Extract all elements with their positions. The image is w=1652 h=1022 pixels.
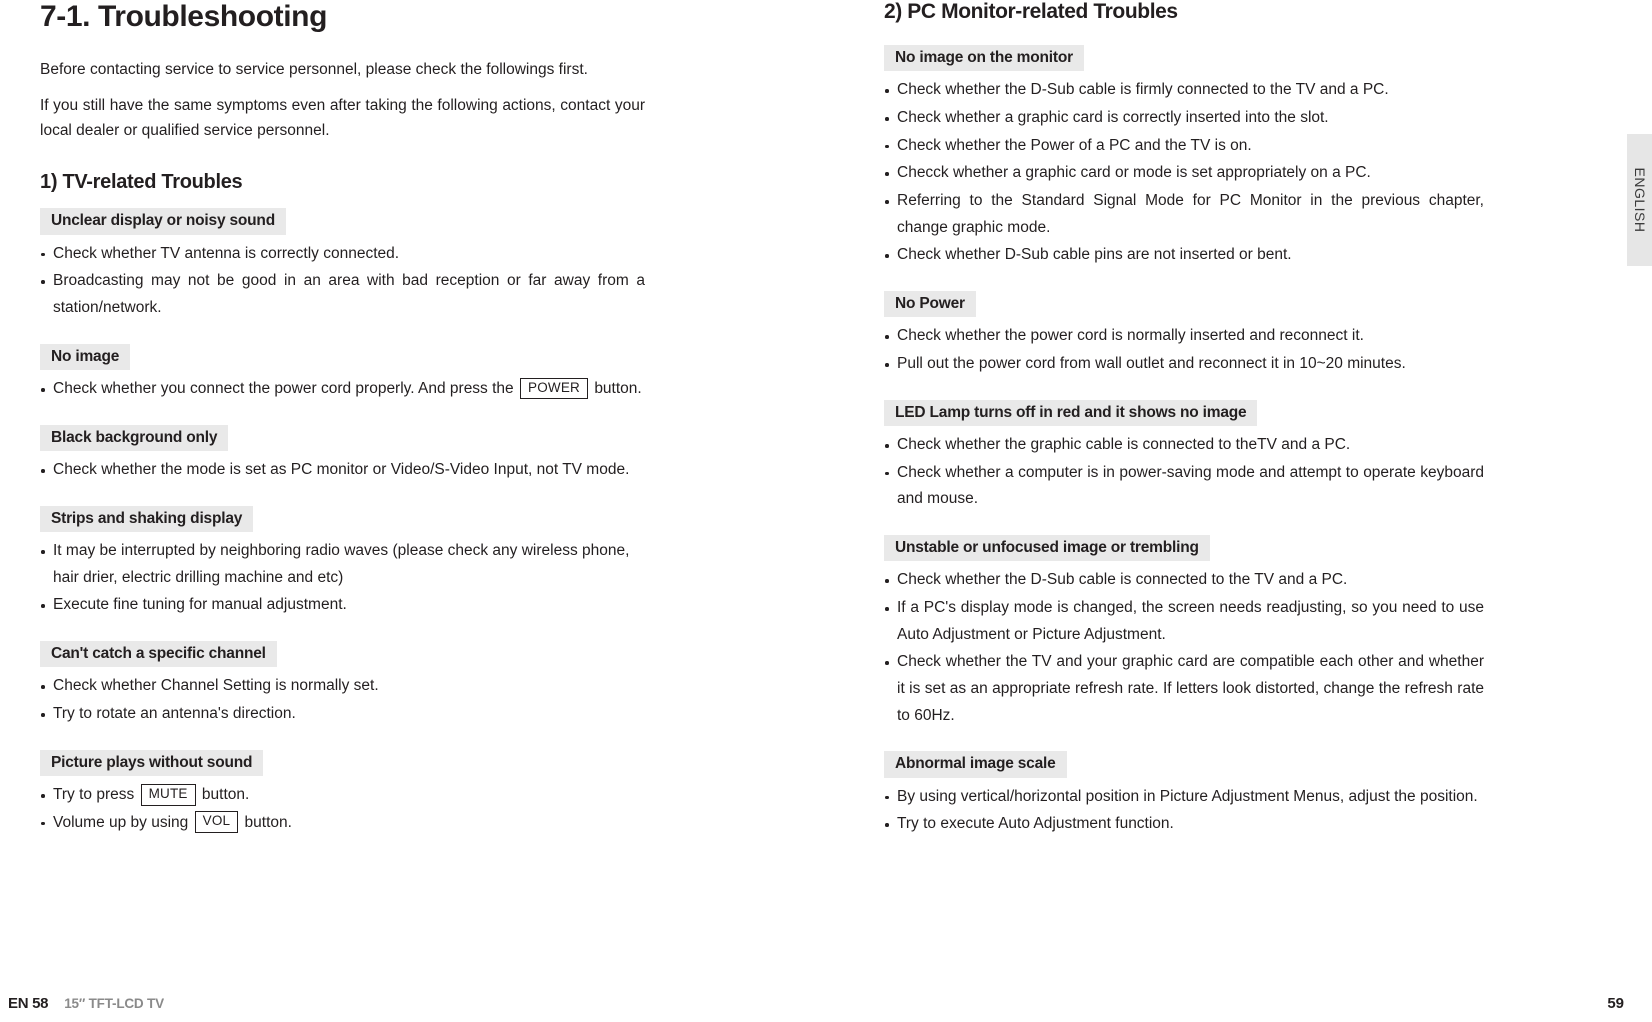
trouble-heading: No image [40, 343, 131, 371]
trouble-items: Check whether the mode is set as PC moni… [40, 457, 645, 484]
trouble-heading: Picture plays without sound [40, 749, 264, 777]
trouble-heading: No image on the monitor [884, 45, 1084, 72]
trouble-heading: Abnormal image scale [884, 751, 1067, 778]
footer-page-number-right: 59 [1607, 995, 1624, 1012]
list-item-text-before: Volume up by using [53, 813, 189, 831]
trouble-block: Strips and shaking display It may be int… [40, 505, 645, 619]
trouble-items: Check whether you connect the power cord… [40, 376, 645, 403]
list-item: Checck whether a graphic card or mode is… [884, 160, 1484, 187]
intro-line-1: Before contacting service to service per… [40, 61, 588, 78]
section-title-tv: 1) TV-related Troubles [40, 171, 243, 194]
list-item: Check whether the power cord is normally… [884, 323, 1484, 350]
list-item: Referring to the Standard Signal Mode fo… [884, 188, 1484, 241]
list-item: Try to execute Auto Adjustment function. [884, 811, 1484, 838]
list-item: Check whether a graphic card is correctl… [884, 105, 1484, 132]
trouble-block: Black background only Check whether the … [40, 424, 645, 484]
trouble-heading: Strips and shaking display [40, 505, 254, 533]
trouble-heading: Unstable or unfocused image or trembling [884, 535, 1210, 562]
trouble-items: Check whether TV antenna is correctly co… [40, 241, 645, 322]
trouble-heading: LED Lamp turns off in red and it shows n… [884, 399, 1258, 427]
footer-page-number-left: EN 58 [8, 995, 49, 1012]
list-item: Check whether Channel Setting is normall… [40, 673, 645, 700]
trouble-items: Check whether the power cord is normally… [884, 323, 1484, 377]
intro-paragraphs: Before contacting service to service per… [40, 57, 645, 143]
footer-model-name: 15″ TFT-LCD TV [64, 996, 164, 1011]
trouble-items: It may be interrupted by neighboring rad… [40, 538, 645, 619]
list-item: Check whether the TV and your graphic ca… [884, 649, 1484, 729]
vol-button-key[interactable]: VOL [194, 811, 239, 834]
list-item: Check whether D-Sub cable pins are not i… [884, 242, 1484, 269]
trouble-items: Check whether the graphic cable is conne… [884, 432, 1484, 513]
left-column: 7-1. Troubleshooting Before contacting s… [40, 0, 645, 858]
list-item: Check whether the D-Sub cable is connect… [884, 567, 1484, 594]
list-item: Check whether the Power of a PC and the … [884, 133, 1484, 160]
trouble-block: Picture plays without sound Try to press… [40, 749, 645, 837]
trouble-block: Abnormal image scale By using vertical/h… [884, 751, 1484, 838]
list-item-text-before: Check whether you connect the power cord… [53, 380, 514, 398]
trouble-block: Unclear display or noisy sound Check whe… [40, 208, 645, 321]
language-side-tab-label: ENGLISH [1631, 167, 1648, 233]
list-item: Check whether the graphic cable is conne… [884, 432, 1484, 459]
trouble-block: Can't catch a specific channel Check whe… [40, 641, 645, 728]
trouble-block: No Power Check whether the power cord is… [884, 291, 1484, 378]
trouble-block: LED Lamp turns off in red and it shows n… [884, 399, 1484, 513]
list-item: Check whether the D-Sub cable is firmly … [884, 77, 1484, 104]
list-item: Try to rotate an antenna's direction. [40, 701, 645, 728]
list-item: Execute fine tuning for manual adjustmen… [40, 592, 645, 619]
trouble-items: Check whether the D-Sub cable is connect… [884, 567, 1484, 729]
list-item-text-before: Try to press [53, 786, 135, 804]
list-item: Try to press MUTE button. [40, 782, 645, 809]
trouble-items: Try to press MUTE button. Volume up by u… [40, 782, 645, 836]
trouble-block: No image on the monitor Check whether th… [884, 45, 1484, 269]
trouble-heading: Black background only [40, 424, 229, 452]
list-item: It may be interrupted by neighboring rad… [40, 538, 645, 591]
list-item: Check whether you connect the power cord… [40, 376, 645, 403]
footer-left: EN 58 15″ TFT-LCD TV [8, 995, 164, 1012]
trouble-heading: No Power [884, 291, 976, 318]
list-item: Broadcasting may not be good in an area … [40, 268, 645, 321]
list-item-text-after: button. [201, 786, 250, 804]
list-item: By using vertical/horizontal position in… [884, 784, 1484, 811]
list-item-text-after: button. [244, 813, 292, 831]
mute-button-key[interactable]: MUTE [140, 783, 196, 806]
trouble-block: Unstable or unfocused image or trembling… [884, 535, 1484, 729]
trouble-items: Check whether Channel Setting is normall… [40, 673, 645, 727]
right-column: 2) PC Monitor-related Troubles No image … [884, 0, 1484, 860]
list-item: Volume up by using VOL button. [40, 810, 645, 837]
section-title-pc: 2) PC Monitor-related Troubles [884, 0, 1178, 23]
list-item-text-after: button. [594, 380, 642, 398]
trouble-heading: Can't catch a specific channel [40, 641, 277, 668]
trouble-block: No image Check whether you connect the p… [40, 343, 645, 403]
trouble-items: Check whether the D-Sub cable is firmly … [884, 77, 1484, 269]
trouble-heading: Unclear display or noisy sound [40, 208, 286, 235]
right-trouble-list: No image on the monitor Check whether th… [884, 45, 1484, 838]
power-button-key[interactable]: POWER [519, 377, 588, 400]
list-item: Pull out the power cord from wall outlet… [884, 351, 1484, 378]
intro-line-2: If you still have the same symptoms even… [40, 97, 645, 140]
list-item: If a PC's display mode is changed, the s… [884, 595, 1484, 648]
trouble-items: By using vertical/horizontal position in… [884, 784, 1484, 838]
list-item: Check whether TV antenna is correctly co… [40, 241, 645, 268]
list-item: Check whether the mode is set as PC moni… [40, 457, 645, 484]
list-item: Check whether a computer is in power-sav… [884, 460, 1484, 513]
left-trouble-list: Unclear display or noisy sound Check whe… [40, 208, 645, 836]
manual-page: 7-1. Troubleshooting Before contacting s… [0, 0, 1652, 1022]
page-title: 7-1. Troubleshooting [40, 0, 328, 33]
language-side-tab: ENGLISH [1627, 134, 1652, 266]
